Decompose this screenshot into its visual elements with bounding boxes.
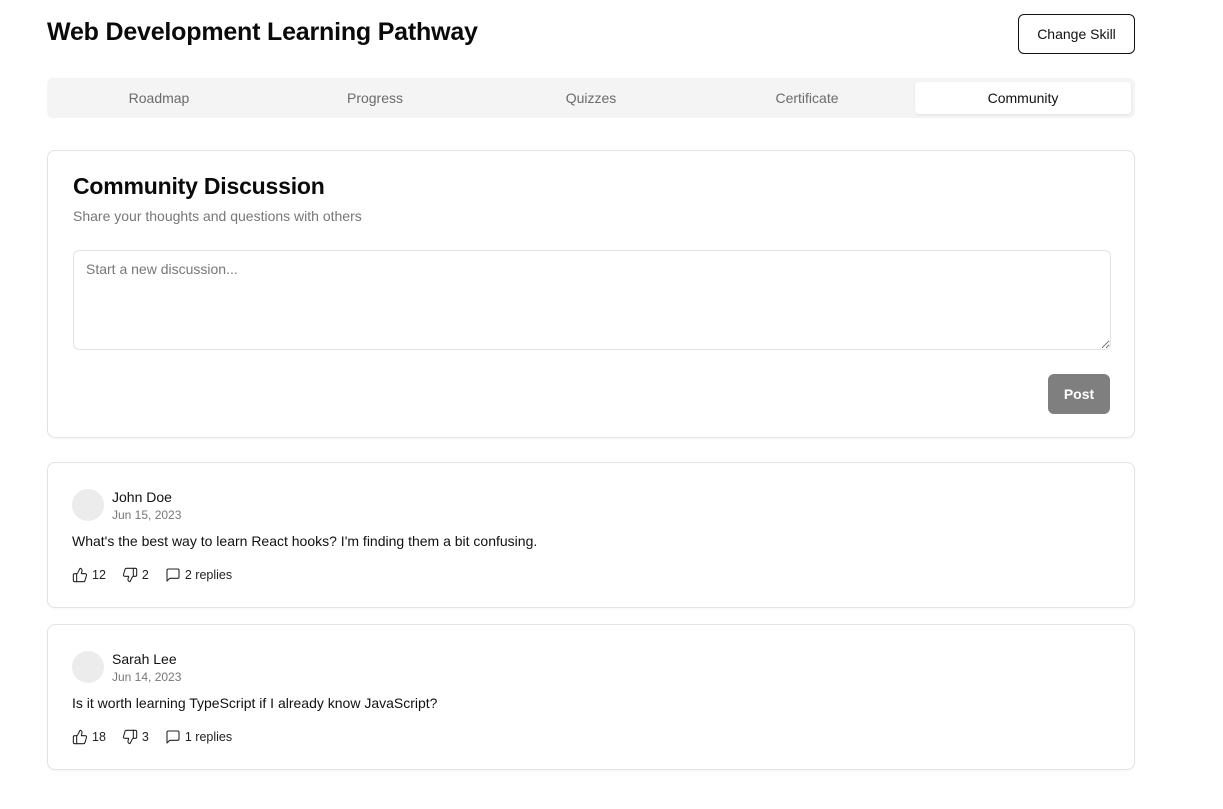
message-square-icon xyxy=(166,568,180,582)
tab-certificate[interactable]: Certificate xyxy=(699,82,915,114)
post-date: Jun 15, 2023 xyxy=(112,508,182,522)
discussion-post: John Doe Jun 15, 2023 What's the best wa… xyxy=(47,462,1135,608)
tab-roadmap[interactable]: Roadmap xyxy=(51,82,267,114)
thumbs-up-icon xyxy=(72,729,88,745)
post-actions: 12 2 2 replies xyxy=(72,565,232,585)
page-title: Web Development Learning Pathway xyxy=(47,18,478,46)
avatar xyxy=(72,489,104,521)
like-count: 18 xyxy=(92,730,106,744)
avatar xyxy=(72,651,104,683)
replies-count: 1 replies xyxy=(184,730,233,744)
post-body: What's the best way to learn React hooks… xyxy=(72,533,538,549)
discussion-subtitle: Share your thoughts and questions with o… xyxy=(73,208,362,224)
discussion-title: Community Discussion xyxy=(73,173,325,199)
tab-quizzes[interactable]: Quizzes xyxy=(483,82,699,114)
new-discussion-input[interactable] xyxy=(73,250,1111,350)
thumbs-down-icon xyxy=(122,729,138,745)
post-button[interactable]: Post xyxy=(1048,374,1110,414)
post-author: John Doe xyxy=(112,489,172,505)
dislike-count: 3 xyxy=(141,730,149,744)
like-button[interactable]: 12 xyxy=(72,567,106,583)
tab-bar: Roadmap Progress Quizzes Certificate Com… xyxy=(47,78,1135,118)
thumbs-up-icon xyxy=(72,567,88,583)
dislike-button[interactable]: 2 xyxy=(122,567,149,583)
page-header: Web Development Learning Pathway Change … xyxy=(47,14,1135,54)
community-discussion-card: Community Discussion Share your thoughts… xyxy=(47,150,1135,438)
dislike-button[interactable]: 3 xyxy=(122,729,149,745)
like-button[interactable]: 18 xyxy=(72,729,106,745)
message-square-icon xyxy=(166,730,180,744)
post-actions: 18 3 1 replies xyxy=(72,727,232,747)
post-author: Sarah Lee xyxy=(112,651,177,667)
replies-button[interactable]: 2 replies xyxy=(165,567,232,583)
change-skill-button[interactable]: Change Skill xyxy=(1018,14,1135,54)
post-date: Jun 14, 2023 xyxy=(112,670,182,684)
dislike-count: 2 xyxy=(141,568,149,582)
tab-community[interactable]: Community xyxy=(915,82,1131,114)
thumbs-down-icon xyxy=(122,567,138,583)
discussion-post: Sarah Lee Jun 14, 2023 Is it worth learn… xyxy=(47,624,1135,770)
replies-button[interactable]: 1 replies xyxy=(165,729,232,745)
post-body: Is it worth learning TypeScript if I alr… xyxy=(72,695,438,711)
tab-progress[interactable]: Progress xyxy=(267,82,483,114)
replies-count: 2 replies xyxy=(184,568,233,582)
like-count: 12 xyxy=(92,568,106,582)
